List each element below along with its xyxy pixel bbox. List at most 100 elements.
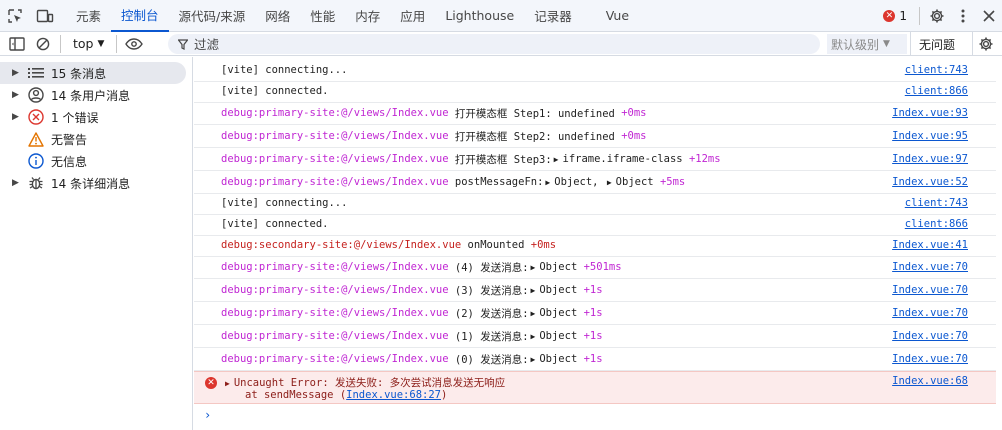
prompt-chevron-icon: › (204, 408, 212, 422)
tab-lighthouse[interactable]: Lighthouse (435, 0, 524, 32)
source-link[interactable]: client:866 (905, 85, 968, 97)
object-preview[interactable]: Object (616, 176, 654, 188)
elapsed-time: +12ms (688, 153, 721, 165)
expand-arrow-icon[interactable]: ▶ (12, 178, 26, 188)
console-message[interactable]: debug:secondary-site:@/views/Index.vue o… (194, 234, 996, 257)
message-text: 打开模态框 Step3: (454, 153, 552, 166)
sidebar-item-errors[interactable]: ▶ 1 个错误 (0, 106, 186, 128)
message-text: postMessageFn: (454, 176, 544, 188)
source-link[interactable]: Index.vue:70 (892, 330, 968, 342)
expand-triangle-icon[interactable]: ▶ (554, 155, 559, 164)
source-link[interactable]: Index.vue:93 (892, 107, 968, 119)
tab-network[interactable]: 网络 (255, 0, 300, 32)
source-link[interactable]: client:743 (905, 197, 968, 209)
console-message[interactable]: debug:primary-site:@/views/Index.vue (2)… (194, 302, 996, 325)
console-message[interactable]: debug:primary-site:@/views/Index.vue (4)… (194, 256, 996, 279)
device-toolbar-icon[interactable] (30, 0, 60, 32)
log-levels-dropdown[interactable]: 默认级别 ▼ (827, 34, 907, 54)
expand-triangle-icon[interactable]: ▶ (225, 379, 230, 388)
console-message[interactable]: debug:primary-site:@/views/Index.vue (3)… (194, 279, 996, 302)
expand-triangle-icon[interactable]: ▶ (545, 178, 550, 187)
console-output: [vite] connecting... client:743 [vite] c… (194, 57, 1002, 430)
message-text: (0) 发送消息: (454, 353, 529, 366)
tab-memory[interactable]: 内存 (345, 0, 390, 32)
expand-arrow-icon[interactable]: ▶ (12, 112, 26, 122)
sidebar-toggle-icon[interactable] (4, 32, 30, 56)
sidebar-item-verbose[interactable]: ▶ 14 条详细消息 (0, 172, 186, 194)
console-message[interactable]: [vite] connecting... client:743 (194, 59, 996, 82)
console-message[interactable]: [vite] connected. client:866 (194, 80, 996, 103)
expand-triangle-icon[interactable]: ▶ (531, 309, 536, 318)
error-icon: ✕ (883, 10, 896, 22)
issues-button[interactable]: 无问题 (910, 32, 955, 56)
source-link[interactable]: Index.vue:70 (892, 261, 968, 273)
debug-namespace: debug:primary-site:@/views/Index.vue (221, 261, 449, 273)
source-link[interactable]: Index.vue:52 (892, 176, 968, 188)
object-preview[interactable]: iframe.iframe-class (563, 153, 683, 165)
stack-source-link[interactable]: Index.vue:68:27 (346, 389, 441, 401)
close-icon[interactable] (976, 0, 1002, 32)
sidebar-item-info[interactable]: 无信息 (0, 150, 186, 172)
tab-recorder[interactable]: 记录器 (524, 0, 582, 32)
context-selector[interactable]: top ▼ (65, 36, 112, 51)
source-link[interactable]: Index.vue:68 (892, 375, 968, 387)
tab-performance[interactable]: 性能 (300, 0, 345, 32)
object-preview[interactable]: Object (539, 330, 577, 342)
settings-icon[interactable] (924, 0, 950, 32)
error-count-badge[interactable]: ✕ 1 (875, 9, 915, 23)
live-expression-eye-icon[interactable] (121, 32, 147, 56)
error-icon: ✕ (205, 377, 217, 389)
list-icon (26, 65, 46, 81)
source-link[interactable]: Index.vue:95 (892, 130, 968, 142)
expand-triangle-icon[interactable]: ▶ (531, 332, 536, 341)
tab-sources[interactable]: 源代码/来源 (169, 0, 256, 32)
elapsed-time: +1s (583, 284, 603, 296)
source-link[interactable]: Index.vue:70 (892, 353, 968, 365)
expand-arrow-icon[interactable]: ▶ (12, 68, 26, 78)
console-message[interactable]: debug:primary-site:@/views/Index.vue 打开模… (194, 148, 996, 171)
object-preview[interactable]: Object (539, 353, 577, 365)
object-preview[interactable]: Object, (554, 176, 598, 188)
source-link[interactable]: Index.vue:70 (892, 284, 968, 296)
sidebar-item-label: 无警告 (51, 132, 88, 147)
tab-application[interactable]: 应用 (390, 0, 435, 32)
console-sidebar: ▶ 15 条消息 ▶ 14 条用户消息 ▶ 1 个错误 无警告 无信息 ▶ 14… (0, 57, 193, 430)
inspect-icon[interactable] (0, 0, 30, 32)
error-message[interactable]: ✕ ▶ Uncaught Error: 发送失败: 多次尝试消息发送无响应 at … (194, 371, 996, 404)
more-vert-icon[interactable] (950, 0, 976, 32)
console-message[interactable]: [vite] connecting... client:743 (194, 192, 996, 215)
console-message[interactable]: debug:primary-site:@/views/Index.vue (1)… (194, 325, 996, 348)
console-message[interactable]: debug:primary-site:@/views/Index.vue pos… (194, 171, 996, 194)
expand-arrow-icon[interactable]: ▶ (12, 90, 26, 100)
expand-triangle-icon[interactable]: ▶ (531, 286, 536, 295)
warning-icon (26, 131, 46, 147)
expand-triangle-icon[interactable]: ▶ (531, 263, 536, 272)
source-link[interactable]: Index.vue:97 (892, 153, 968, 165)
console-prompt[interactable]: › (204, 408, 211, 422)
sidebar-item-user-messages[interactable]: ▶ 14 条用户消息 (0, 84, 186, 106)
source-link[interactable]: client:866 (905, 218, 968, 230)
console-message[interactable]: debug:primary-site:@/views/Index.vue 打开模… (194, 125, 996, 148)
console-message[interactable]: [vite] connected. client:866 (194, 213, 996, 236)
error-icon (26, 109, 46, 125)
object-preview[interactable]: Object (539, 307, 577, 319)
tab-console[interactable]: 控制台 (111, 0, 169, 32)
sidebar-item-warnings[interactable]: 无警告 (0, 128, 186, 150)
object-preview[interactable]: Object (539, 261, 577, 273)
console-message[interactable]: debug:primary-site:@/views/Index.vue 打开模… (194, 102, 996, 125)
tab-vue[interactable]: Vue (582, 0, 639, 32)
console-settings-icon[interactable] (972, 32, 998, 56)
info-icon (26, 153, 46, 169)
console-message[interactable]: debug:primary-site:@/views/Index.vue (0)… (194, 348, 996, 371)
debug-namespace: debug:primary-site:@/views/Index.vue (221, 130, 449, 142)
filter-input[interactable] (194, 36, 794, 52)
object-preview[interactable]: Object (539, 284, 577, 296)
source-link[interactable]: Index.vue:41 (892, 239, 968, 251)
expand-triangle-icon[interactable]: ▶ (607, 178, 612, 187)
expand-triangle-icon[interactable]: ▶ (531, 355, 536, 364)
clear-console-icon[interactable] (30, 32, 56, 56)
source-link[interactable]: Index.vue:70 (892, 307, 968, 319)
sidebar-item-messages[interactable]: ▶ 15 条消息 (0, 62, 186, 84)
source-link[interactable]: client:743 (905, 64, 968, 76)
tab-elements[interactable]: 元素 (66, 0, 111, 32)
